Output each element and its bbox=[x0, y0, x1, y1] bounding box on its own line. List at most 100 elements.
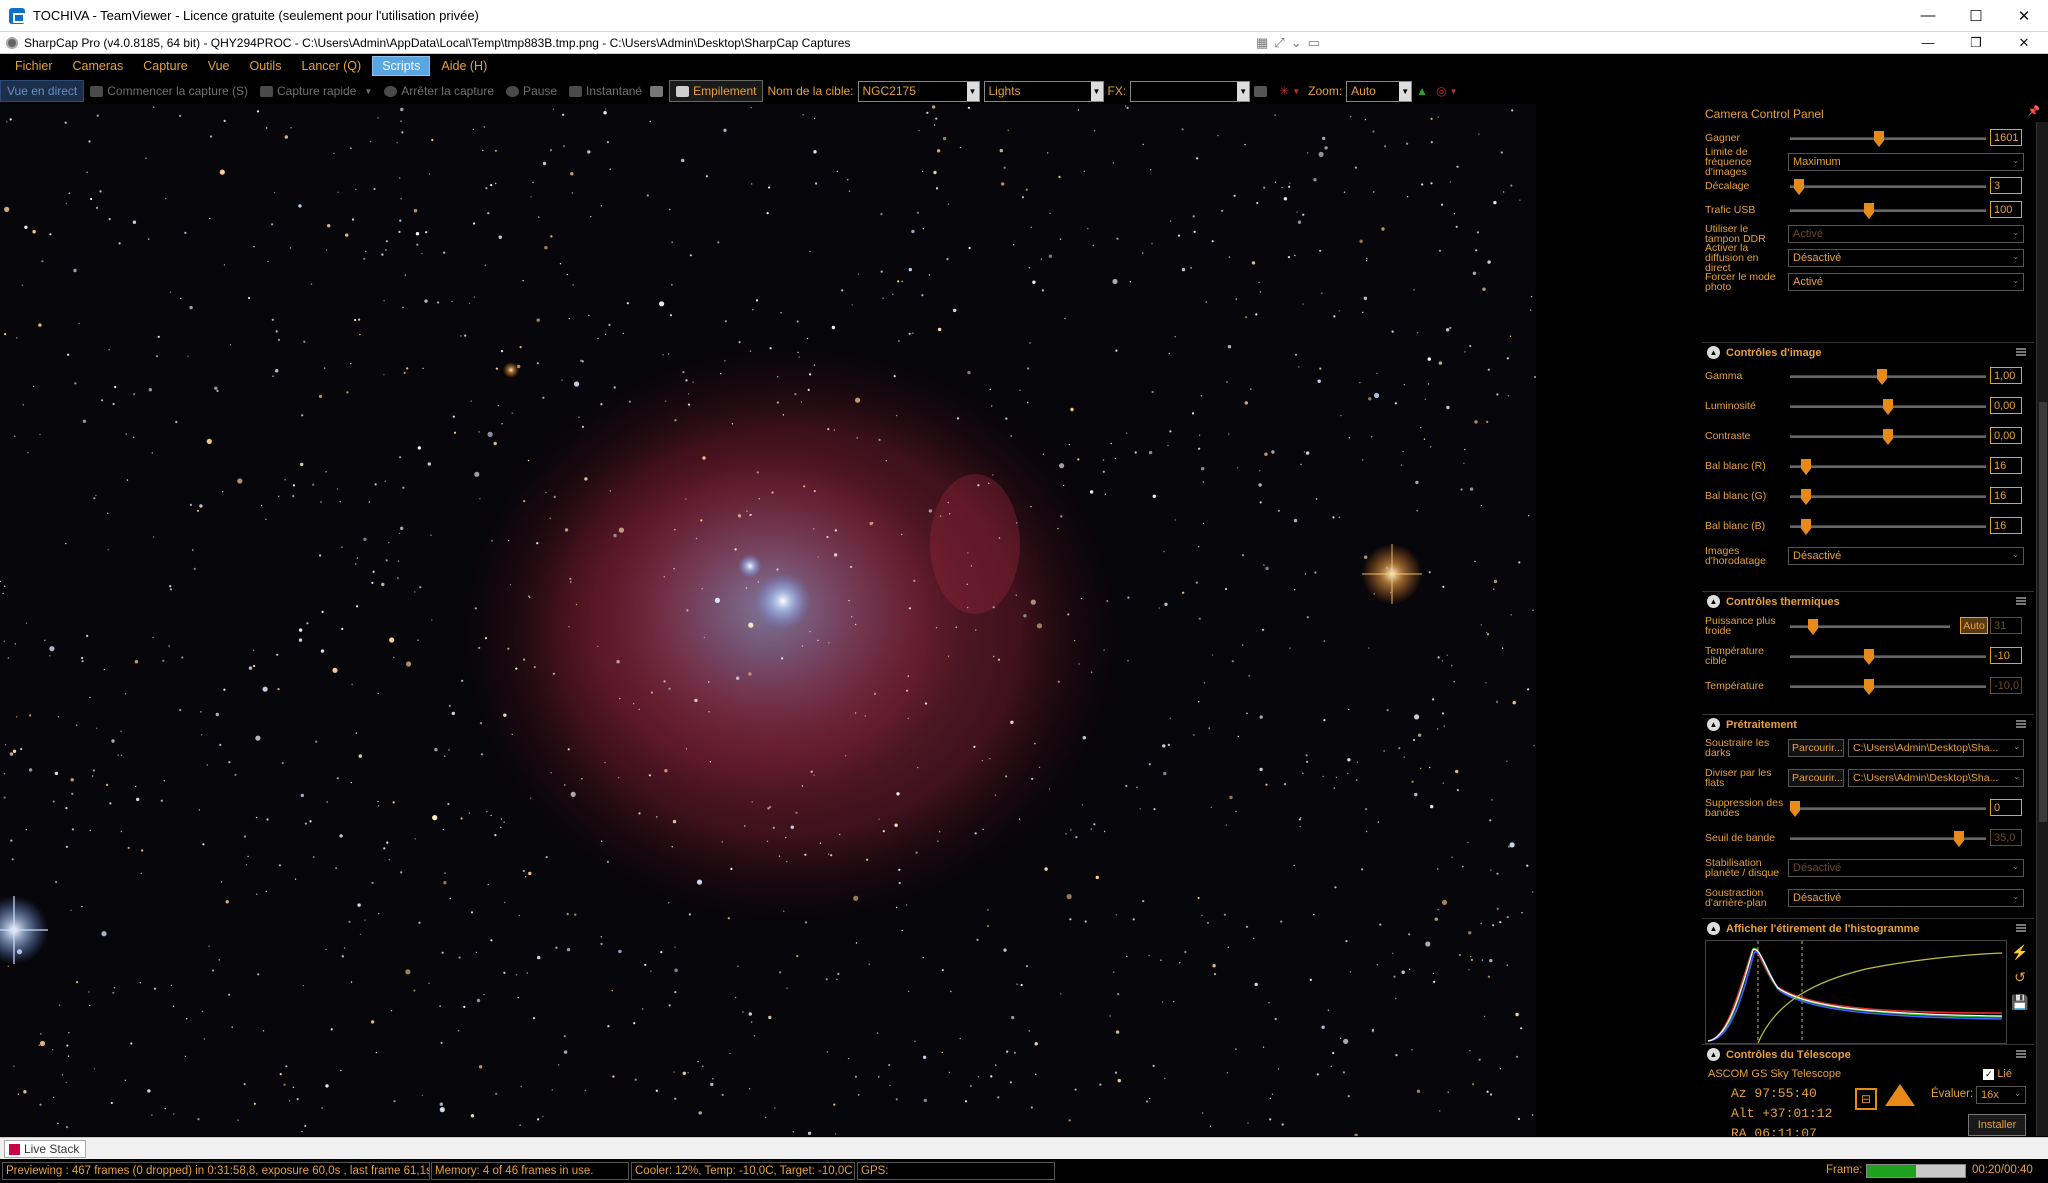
collapse-icon[interactable]: ▲ bbox=[1707, 922, 1720, 935]
control-value[interactable]: -10 bbox=[1990, 647, 2022, 664]
teamviewer-close-button[interactable]: ✕ bbox=[2000, 0, 2048, 31]
control-dropdown[interactable]: Désactivé ⌄ bbox=[1788, 547, 2024, 565]
section-menu-icon[interactable] bbox=[2016, 597, 2026, 605]
section-preprocessing[interactable]: ▲ Prétraitement bbox=[1702, 714, 2034, 734]
live-image-view[interactable] bbox=[0, 104, 1536, 1136]
histogram-graph[interactable] bbox=[1705, 940, 2007, 1044]
teamviewer-maximize-button[interactable]: ☐ bbox=[1952, 0, 2000, 31]
control-slider[interactable] bbox=[1790, 179, 1986, 195]
sharpcap-close-button[interactable]: ✕ bbox=[2000, 32, 2048, 53]
stacking-button[interactable]: Empilement bbox=[669, 80, 764, 102]
control-dropdown[interactable]: Désactivé ⌄ bbox=[1788, 249, 2024, 267]
section-menu-icon[interactable] bbox=[2016, 1050, 2026, 1058]
banding-value[interactable]: 0 bbox=[1990, 799, 2022, 816]
menu-capture[interactable]: Capture bbox=[134, 57, 196, 75]
control-slider[interactable] bbox=[1790, 399, 1986, 415]
slider-thumb[interactable] bbox=[1883, 399, 1893, 415]
slider-thumb[interactable] bbox=[1864, 649, 1874, 665]
darks-path-combo[interactable]: C:\Users\Admin\Desktop\Sha... ⌄ bbox=[1848, 739, 2024, 757]
slider-thumb[interactable] bbox=[1808, 619, 1818, 635]
control-slider[interactable] bbox=[1790, 369, 1986, 385]
monitor-icon[interactable]: ▭ bbox=[1308, 35, 1320, 51]
live-view-button[interactable]: Vue en direct bbox=[0, 80, 85, 102]
control-slider[interactable] bbox=[1790, 649, 1986, 665]
menu-fichier[interactable]: Fichier bbox=[6, 57, 62, 75]
fx-settings-button[interactable] bbox=[1250, 80, 1275, 102]
slider-thumb[interactable] bbox=[1801, 489, 1811, 505]
section-histogram[interactable]: ▲ Afficher l'étirement de l'histogramme bbox=[1702, 918, 2034, 938]
slider-thumb[interactable] bbox=[1874, 131, 1884, 147]
collapse-icon[interactable]: ▲ bbox=[1707, 346, 1720, 359]
control-slider[interactable] bbox=[1790, 131, 1986, 147]
section-image-controls[interactable]: ▲ Contrôles d'image bbox=[1702, 342, 2034, 362]
control-dropdown[interactable]: Activé ⌄ bbox=[1788, 225, 2024, 243]
flats-path-combo[interactable]: C:\Users\Admin\Desktop\Sha... ⌄ bbox=[1848, 769, 2024, 787]
control-dropdown[interactable]: Activé ⌄ bbox=[1788, 273, 2024, 291]
slider-thumb[interactable] bbox=[1864, 679, 1874, 695]
sharpcap-restore-button[interactable]: ❐ bbox=[1952, 32, 2000, 53]
control-value[interactable]: 1,00 bbox=[1990, 367, 2022, 384]
move-north-icon[interactable] bbox=[1885, 1084, 1915, 1106]
slider-thumb[interactable] bbox=[1877, 369, 1887, 385]
slider-thumb[interactable] bbox=[1883, 429, 1893, 445]
slider-thumb[interactable] bbox=[1954, 831, 1964, 847]
menu-outils[interactable]: Outils bbox=[241, 57, 291, 75]
lightning-icon[interactable]: ⚡ bbox=[2011, 944, 2028, 961]
stop-capture-button[interactable]: Arrêter la capture bbox=[378, 80, 500, 102]
stabilization-dropdown[interactable]: Désactivé ⌄ bbox=[1788, 859, 2024, 877]
collapse-icon[interactable]: ▲ bbox=[1707, 595, 1720, 608]
install-button[interactable]: Installer bbox=[1968, 1114, 2026, 1136]
control-value[interactable]: 3 bbox=[1990, 177, 2022, 194]
control-dropdown[interactable]: Maximum ⌄ bbox=[1788, 153, 2024, 171]
control-value[interactable]: 100 bbox=[1990, 201, 2022, 218]
control-slider[interactable] bbox=[1790, 429, 1986, 445]
menu-scripts[interactable]: Scripts bbox=[372, 56, 431, 76]
control-value[interactable]: 16 bbox=[1990, 517, 2022, 534]
section-menu-icon[interactable] bbox=[2016, 924, 2026, 932]
teamviewer-minimize-button[interactable]: — bbox=[1904, 0, 1952, 31]
control-value[interactable]: 16 bbox=[1990, 457, 2022, 474]
zoom-combo[interactable]: Auto ▼ bbox=[1346, 80, 1413, 102]
control-slider[interactable] bbox=[1790, 203, 1986, 219]
threshold-value[interactable]: 35,0 bbox=[1990, 829, 2022, 846]
darks-browse-button[interactable]: Parcourir... bbox=[1788, 739, 1844, 757]
auto-button[interactable]: Auto bbox=[1960, 617, 1988, 634]
slider-thumb[interactable] bbox=[1801, 519, 1811, 535]
linked-checkbox[interactable]: ✓ Lié bbox=[1983, 1068, 2012, 1080]
quick-capture-button[interactable]: Capture rapide ▼ bbox=[254, 80, 378, 102]
pin-icon[interactable]: 📌 bbox=[2028, 106, 2040, 117]
banding-slider[interactable] bbox=[1790, 801, 1986, 817]
flats-browse-button[interactable]: Parcourir... bbox=[1788, 769, 1844, 787]
fullscreen-icon[interactable]: ⤢ bbox=[1274, 35, 1284, 51]
menu-lancer[interactable]: Lancer (Q) bbox=[292, 57, 370, 75]
section-menu-icon[interactable] bbox=[2016, 348, 2026, 356]
control-value[interactable]: 0,00 bbox=[1990, 397, 2022, 414]
collapse-icon[interactable]: ▲ bbox=[1707, 718, 1720, 731]
control-value[interactable]: 1601 bbox=[1990, 129, 2022, 146]
slider-thumb[interactable] bbox=[1864, 203, 1874, 219]
reticle-button[interactable]: ✳ ▼ bbox=[1275, 80, 1304, 102]
control-slider[interactable] bbox=[1790, 619, 1950, 635]
reset-icon[interactable]: ↺ bbox=[2014, 969, 2026, 986]
control-slider[interactable] bbox=[1790, 519, 1986, 535]
toolbar-tool-button[interactable] bbox=[648, 80, 669, 102]
control-value[interactable]: -10,0 bbox=[1990, 677, 2022, 694]
control-slider[interactable] bbox=[1790, 459, 1986, 475]
fx-combo[interactable]: ▼ bbox=[1130, 80, 1251, 102]
chevron-down-icon[interactable]: ⌄ bbox=[1291, 35, 1302, 51]
target-name-combo[interactable]: NGC2175 ▼ bbox=[857, 80, 980, 102]
frame-type-combo[interactable]: Lights ▼ bbox=[983, 80, 1104, 102]
snapshot-button[interactable]: Instantané bbox=[563, 80, 648, 102]
menu-aide[interactable]: Aide (H) bbox=[432, 57, 496, 75]
rate-dropdown[interactable]: 16x ⌄ bbox=[1976, 1086, 2026, 1104]
annotate-button[interactable]: ◎ ▼ bbox=[1432, 80, 1461, 102]
slider-thumb[interactable] bbox=[1794, 179, 1804, 195]
grid-icon[interactable]: ▦ bbox=[1256, 35, 1268, 51]
scrollbar-thumb[interactable] bbox=[2039, 402, 2047, 822]
control-slider[interactable] bbox=[1790, 489, 1986, 505]
threshold-slider[interactable] bbox=[1790, 831, 1986, 847]
menu-cameras[interactable]: Cameras bbox=[64, 57, 133, 75]
control-value[interactable]: 16 bbox=[1990, 487, 2022, 504]
histogram-button[interactable]: ▲ bbox=[1412, 80, 1432, 102]
save-icon[interactable]: 💾 bbox=[2011, 994, 2028, 1011]
